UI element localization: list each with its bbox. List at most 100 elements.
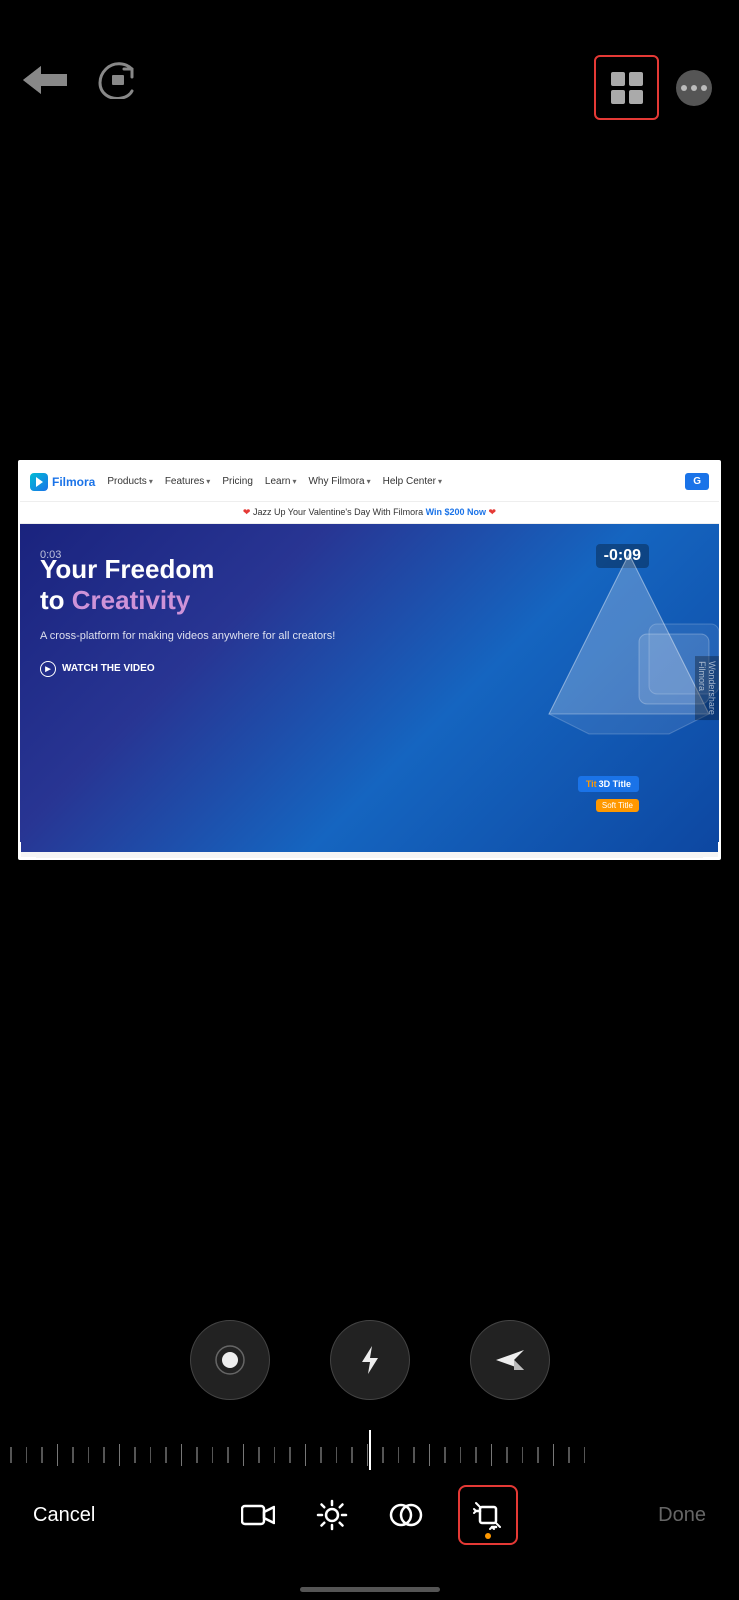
redo-button[interactable] [90,55,140,105]
tick-1 [10,1447,12,1463]
tick-15 [227,1447,229,1463]
top-toolbar [0,0,739,185]
tick-28-tall [429,1444,431,1466]
nav-pricing-label: Pricing [222,476,253,487]
nav-features-arrow: ▾ [206,477,210,486]
nav-products-label: Products [107,476,146,487]
tick-13 [196,1447,198,1463]
video-camera-icon-button[interactable] [236,1493,280,1537]
home-indicator [300,1587,440,1592]
round-buttons-row [0,1320,739,1400]
wondershare-watermark: WondershareFilmora [695,656,719,720]
nav-products[interactable]: Products ▾ [107,476,152,487]
layout-button[interactable] [594,55,659,120]
tick-7 [103,1447,105,1463]
nav-products-arrow: ▾ [149,477,153,486]
hero-3d-shape [529,534,719,754]
tick-6 [88,1447,90,1463]
nav-learn-arrow: ▾ [292,477,296,486]
tick-3 [41,1447,43,1463]
tick-10 [150,1447,152,1463]
tick-9 [134,1447,136,1463]
hero-subtitle: A cross-platform for making videos anywh… [40,628,402,645]
promo-heart-left: ❤ [243,507,251,517]
bottom-toolbar: Cancel [0,1470,739,1560]
tag-soft-title: Soft Title [596,799,639,812]
corner-handle-bl[interactable] [18,842,36,860]
undo-button[interactable] [20,55,70,105]
hero-timer: 0:03 [40,549,61,561]
tick-29 [444,1447,446,1463]
tick-25 [382,1447,384,1463]
tick-37 [568,1447,570,1463]
tick-11 [165,1447,167,1463]
website-content: Filmora Products ▾ Features ▾ Pricing Le… [20,462,719,858]
corner-handle-tr[interactable] [703,460,721,478]
promo-bar: ❤ Jazz Up Your Valentine's Day With Film… [20,502,719,524]
tick-21 [320,1447,322,1463]
nav-bar: Filmora Products ▾ Features ▾ Pricing Le… [20,462,719,502]
send-button[interactable] [470,1320,550,1400]
tick-2 [26,1447,28,1463]
promo-heart-right: ❤ [489,507,497,517]
tick-23 [351,1447,353,1463]
tick-4-tall [57,1444,59,1466]
tick-36-tall [553,1444,555,1466]
toolbar-icon-group [236,1485,518,1545]
nav-why-filmora[interactable]: Why Filmora ▾ [308,476,370,487]
hero-title-accent: Creativity [72,585,191,615]
cancel-button[interactable]: Cancel [25,1496,103,1535]
tick-18 [274,1447,276,1463]
nav-features-label: Features [165,476,204,487]
corner-handle-br[interactable] [703,842,721,860]
nav-help-center[interactable]: Help Center ▾ [383,476,442,487]
tick-16-tall [243,1444,245,1466]
done-button[interactable]: Done [650,1496,714,1535]
crop-transform-icon-button[interactable] [458,1485,518,1545]
filmora-brand-name: Filmora [52,475,95,489]
tick-8-tall [119,1444,121,1466]
tick-26 [398,1447,400,1463]
nav-logo: Filmora [30,473,95,491]
nav-pricing[interactable]: Pricing [222,476,253,487]
tick-17 [258,1447,260,1463]
tick-31 [475,1447,477,1463]
tick-14 [212,1447,214,1463]
tick-35 [537,1447,539,1463]
playhead[interactable] [369,1430,371,1470]
promo-link[interactable]: Win $200 Now [426,507,486,517]
top-left-icons [20,55,140,105]
tick-30 [460,1447,462,1463]
nav-features[interactable]: Features ▾ [165,476,210,487]
tick-38 [584,1447,586,1463]
hero-title: Your Freedomto Creativity [40,554,402,616]
blend-icon-button[interactable] [384,1493,428,1537]
tick-5 [72,1447,74,1463]
tag-3d-title: 3D Title [578,776,639,792]
nav-learn-label: Learn [265,476,291,487]
tick-12-tall [181,1444,183,1466]
tick-32-tall [491,1444,493,1466]
nav-why-filmora-label: Why Filmora [308,476,364,487]
tick-19 [289,1447,291,1463]
nav-help-center-arrow: ▾ [438,477,442,486]
tick-22 [336,1447,338,1463]
corner-handle-tl[interactable] [18,460,36,478]
play-circle-icon: ▶ [40,661,56,677]
tick-20-tall [305,1444,307,1466]
tick-34 [522,1447,524,1463]
nav-why-filmora-arrow: ▾ [367,477,371,486]
video-preview: Filmora Products ▾ Features ▾ Pricing Le… [18,460,721,860]
watch-video-label: WATCH THE VIDEO [62,663,155,674]
nav-learn[interactable]: Learn ▾ [265,476,297,487]
hero-section: 0:03 Your Freedomto Creativity A cross-p… [20,524,719,852]
brightness-icon-button[interactable] [310,1493,354,1537]
tick-27 [413,1447,415,1463]
flash-button[interactable] [330,1320,410,1400]
record-button[interactable] [190,1320,270,1400]
more-options-button[interactable] [669,63,719,113]
tick-33 [506,1447,508,1463]
crop-active-dot [485,1533,491,1539]
top-right-icons [594,55,719,120]
nav-help-center-label: Help Center [383,476,436,487]
